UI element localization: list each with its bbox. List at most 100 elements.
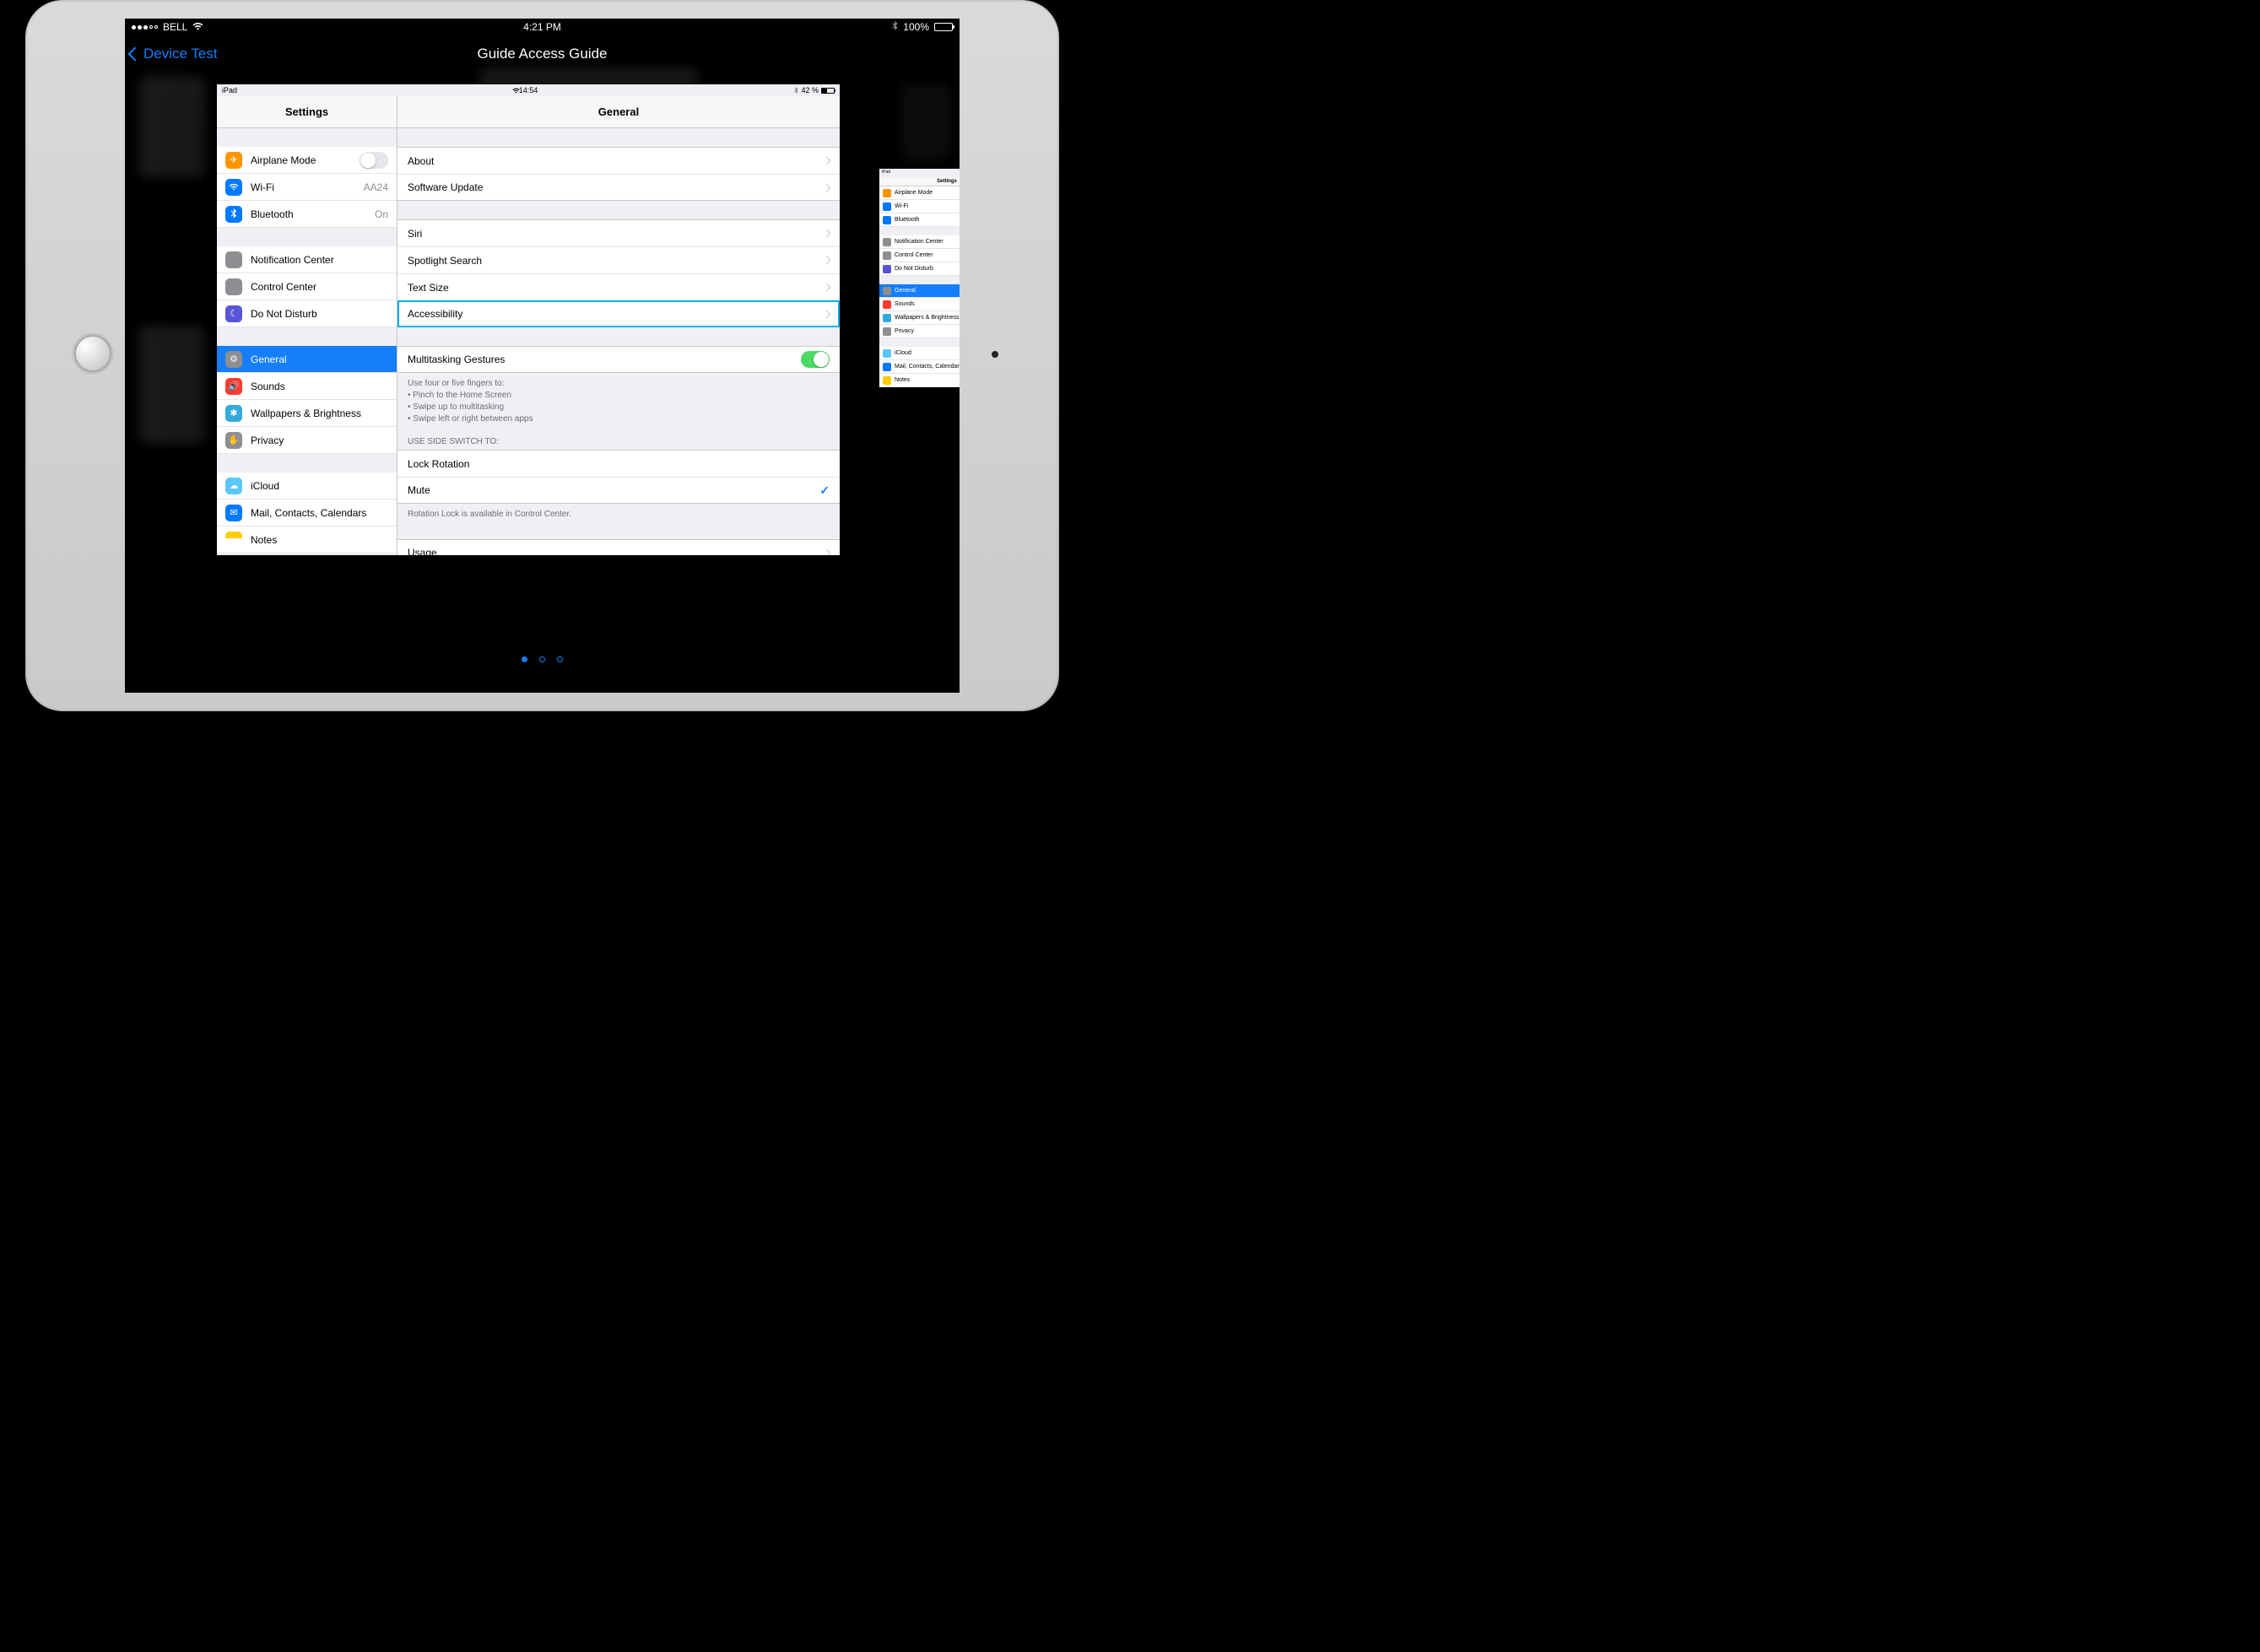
sidebar-item-label: Notes: [251, 534, 277, 546]
section-header: USE SIDE SWITCH TO:: [397, 425, 840, 450]
sidebar-item-do-not-disturb[interactable]: ☾ Do Not Disturb: [217, 300, 397, 327]
page-title: Guide Access Guide: [477, 46, 607, 62]
sidebar-item-bluetooth[interactable]: Bluetooth On: [217, 201, 397, 228]
battery-icon: [821, 88, 835, 94]
battery-icon: [934, 23, 953, 31]
sidepeek-row[interactable]: Wi-Fi: [879, 200, 960, 213]
gestures-footer: Use four or five fingers to:• Pinch to t…: [397, 373, 840, 425]
page-dot[interactable]: [522, 656, 527, 662]
detail-title: General: [397, 96, 840, 127]
detail-row-mute[interactable]: Mute✓: [397, 477, 840, 504]
sidebar-item-label: iCloud: [251, 480, 279, 492]
sidebar-item-value: AA24: [364, 181, 388, 193]
settings-sidebar[interactable]: ✈ Airplane Mode Wi-Fi AA24 Bluetooth On Notifi…: [217, 128, 397, 555]
sidepeek-row[interactable]: Privacy: [879, 325, 960, 338]
sidebar-item-label: Bluetooth: [251, 208, 294, 220]
sidebar-item-label: Wallpapers & Brightness: [251, 408, 361, 419]
ipad-device-frame: BELL 4:21 PM 100% Device Test: [25, 0, 1059, 711]
sidebar-item-label: Privacy: [251, 435, 284, 446]
sidebar-item-notification-center[interactable]: Notification Center: [217, 246, 397, 273]
sidebar-item-sounds[interactable]: 🔊 Sounds: [217, 373, 397, 400]
detail-row-label: Siri: [408, 228, 422, 240]
bluetooth-icon: [225, 206, 242, 223]
detail-row-software-update[interactable]: Software Update: [397, 174, 840, 201]
detail-row-label: Accessibility: [408, 308, 462, 320]
sidebar-item-mail-contacts-calendars[interactable]: ✉ Mail, Contacts, Calendars: [217, 499, 397, 526]
sidebar-item-wi-fi[interactable]: Wi-Fi AA24: [217, 174, 397, 201]
sidepeek-row[interactable]: Sounds: [879, 298, 960, 311]
icloud-icon: ☁: [225, 478, 242, 494]
chevron-right-icon: [823, 157, 831, 165]
back-button[interactable]: Device Test: [130, 35, 218, 73]
toggle-switch[interactable]: [360, 152, 388, 169]
guide-stage: iPad Settings Airplane ModeWi-FiBluetoot…: [125, 73, 960, 693]
detail-row-spotlight-search[interactable]: Spotlight Search: [397, 246, 840, 273]
carrier-label: BELL: [163, 21, 187, 33]
sidepeek-row[interactable]: Notes: [879, 374, 960, 387]
outer-status-bar: BELL 4:21 PM 100%: [125, 19, 960, 35]
sidebar-item-general[interactable]: ⚙General: [217, 346, 397, 373]
sidebar-item-icloud[interactable]: ☁ iCloud: [217, 472, 397, 499]
detail-row-accessibility[interactable]: Accessibility: [397, 300, 840, 327]
detail-row-text-size[interactable]: Text Size: [397, 273, 840, 300]
detail-row-usage[interactable]: Usage: [397, 539, 840, 555]
front-camera: [992, 351, 998, 358]
page-dot[interactable]: [557, 656, 563, 662]
chevron-right-icon: [823, 310, 831, 318]
next-slide-peek[interactable]: iPad Settings Airplane ModeWi-FiBluetoot…: [879, 169, 960, 387]
sidebar-item-wallpapers-brightness[interactable]: ✱Wallpapers & Brightness: [217, 400, 397, 427]
mail-icon: ✉: [225, 505, 242, 521]
sidebar-item-notes[interactable]: Notes: [217, 526, 397, 553]
sidepeek-row[interactable]: General: [879, 284, 960, 298]
detail-row-lock-rotation[interactable]: Lock Rotation: [397, 450, 840, 477]
detail-row-label: Multitasking Gestures: [408, 354, 505, 365]
bluetooth-icon: [794, 87, 798, 94]
detail-row-siri[interactable]: Siri: [397, 219, 840, 246]
sidepeek-row[interactable]: Bluetooth: [879, 213, 960, 227]
detail-row-multitasking-gestures[interactable]: Multitasking Gestures: [397, 346, 840, 373]
detail-row-label: Text Size: [408, 282, 449, 294]
inner-time: 14:54: [217, 86, 840, 94]
moon-icon: ☾: [225, 305, 242, 322]
sidepeek-row[interactable]: Notification Center: [879, 235, 960, 249]
sounds-icon: 🔊: [225, 378, 242, 395]
battery-percent-label: 100%: [903, 21, 929, 33]
bluetooth-icon: [892, 21, 898, 34]
page-indicator[interactable]: [125, 656, 960, 662]
inner-status-bar: iPad 14:54 42 %: [217, 84, 840, 96]
sidebar-item-label: Do Not Disturb: [251, 308, 317, 320]
sidepeek-row[interactable]: Do Not Disturb: [879, 262, 960, 276]
settings-detail[interactable]: AboutSoftware Update Siri Spotlight Search…: [397, 128, 840, 555]
detail-row-label: Spotlight Search: [408, 255, 482, 267]
sidebar-item-control-center[interactable]: Control Center: [217, 273, 397, 300]
chevron-right-icon: [823, 229, 831, 238]
page-dot[interactable]: [539, 656, 545, 662]
toggle-switch[interactable]: [801, 351, 830, 368]
sidepeek-row[interactable]: Wallpapers & Brightness: [879, 311, 960, 325]
checkmark-icon: ✓: [819, 483, 830, 498]
control-center-icon: [225, 278, 242, 295]
wifi-icon: [512, 88, 520, 94]
detail-row-label: Usage: [408, 547, 437, 555]
sidepeek-row[interactable]: Mail, Contacts, Calendars: [879, 360, 960, 374]
sidepeek-row[interactable]: Control Center: [879, 249, 960, 262]
sidebar-item-privacy[interactable]: ✋Privacy: [217, 427, 397, 454]
sidepeek-row[interactable]: Airplane Mode: [879, 186, 960, 200]
sidebar-item-label: Sounds: [251, 381, 285, 392]
sidebar-item-value: On: [375, 208, 388, 220]
chevron-left-icon: [128, 47, 143, 62]
chevron-right-icon: [823, 183, 831, 192]
detail-row-about[interactable]: About: [397, 147, 840, 174]
inner-battery-label: 42 %: [801, 86, 819, 94]
sidepeek-row[interactable]: iCloud: [879, 347, 960, 360]
signal-dots-icon: [132, 25, 158, 30]
airplane-icon: ✈: [225, 152, 242, 169]
sidebar-item-airplane-mode[interactable]: ✈ Airplane Mode: [217, 147, 397, 174]
sidebar-item-label: Mail, Contacts, Calendars: [251, 507, 366, 519]
status-time: 4:21 PM: [125, 21, 960, 33]
home-button[interactable]: [74, 335, 111, 372]
sidebar-item-label: Airplane Mode: [251, 154, 316, 166]
section-footer: Rotation Lock is available in Control Ce…: [397, 504, 840, 521]
sidebar-item-label: Control Center: [251, 281, 316, 293]
sidebar-item-label: Wi-Fi: [251, 181, 274, 193]
